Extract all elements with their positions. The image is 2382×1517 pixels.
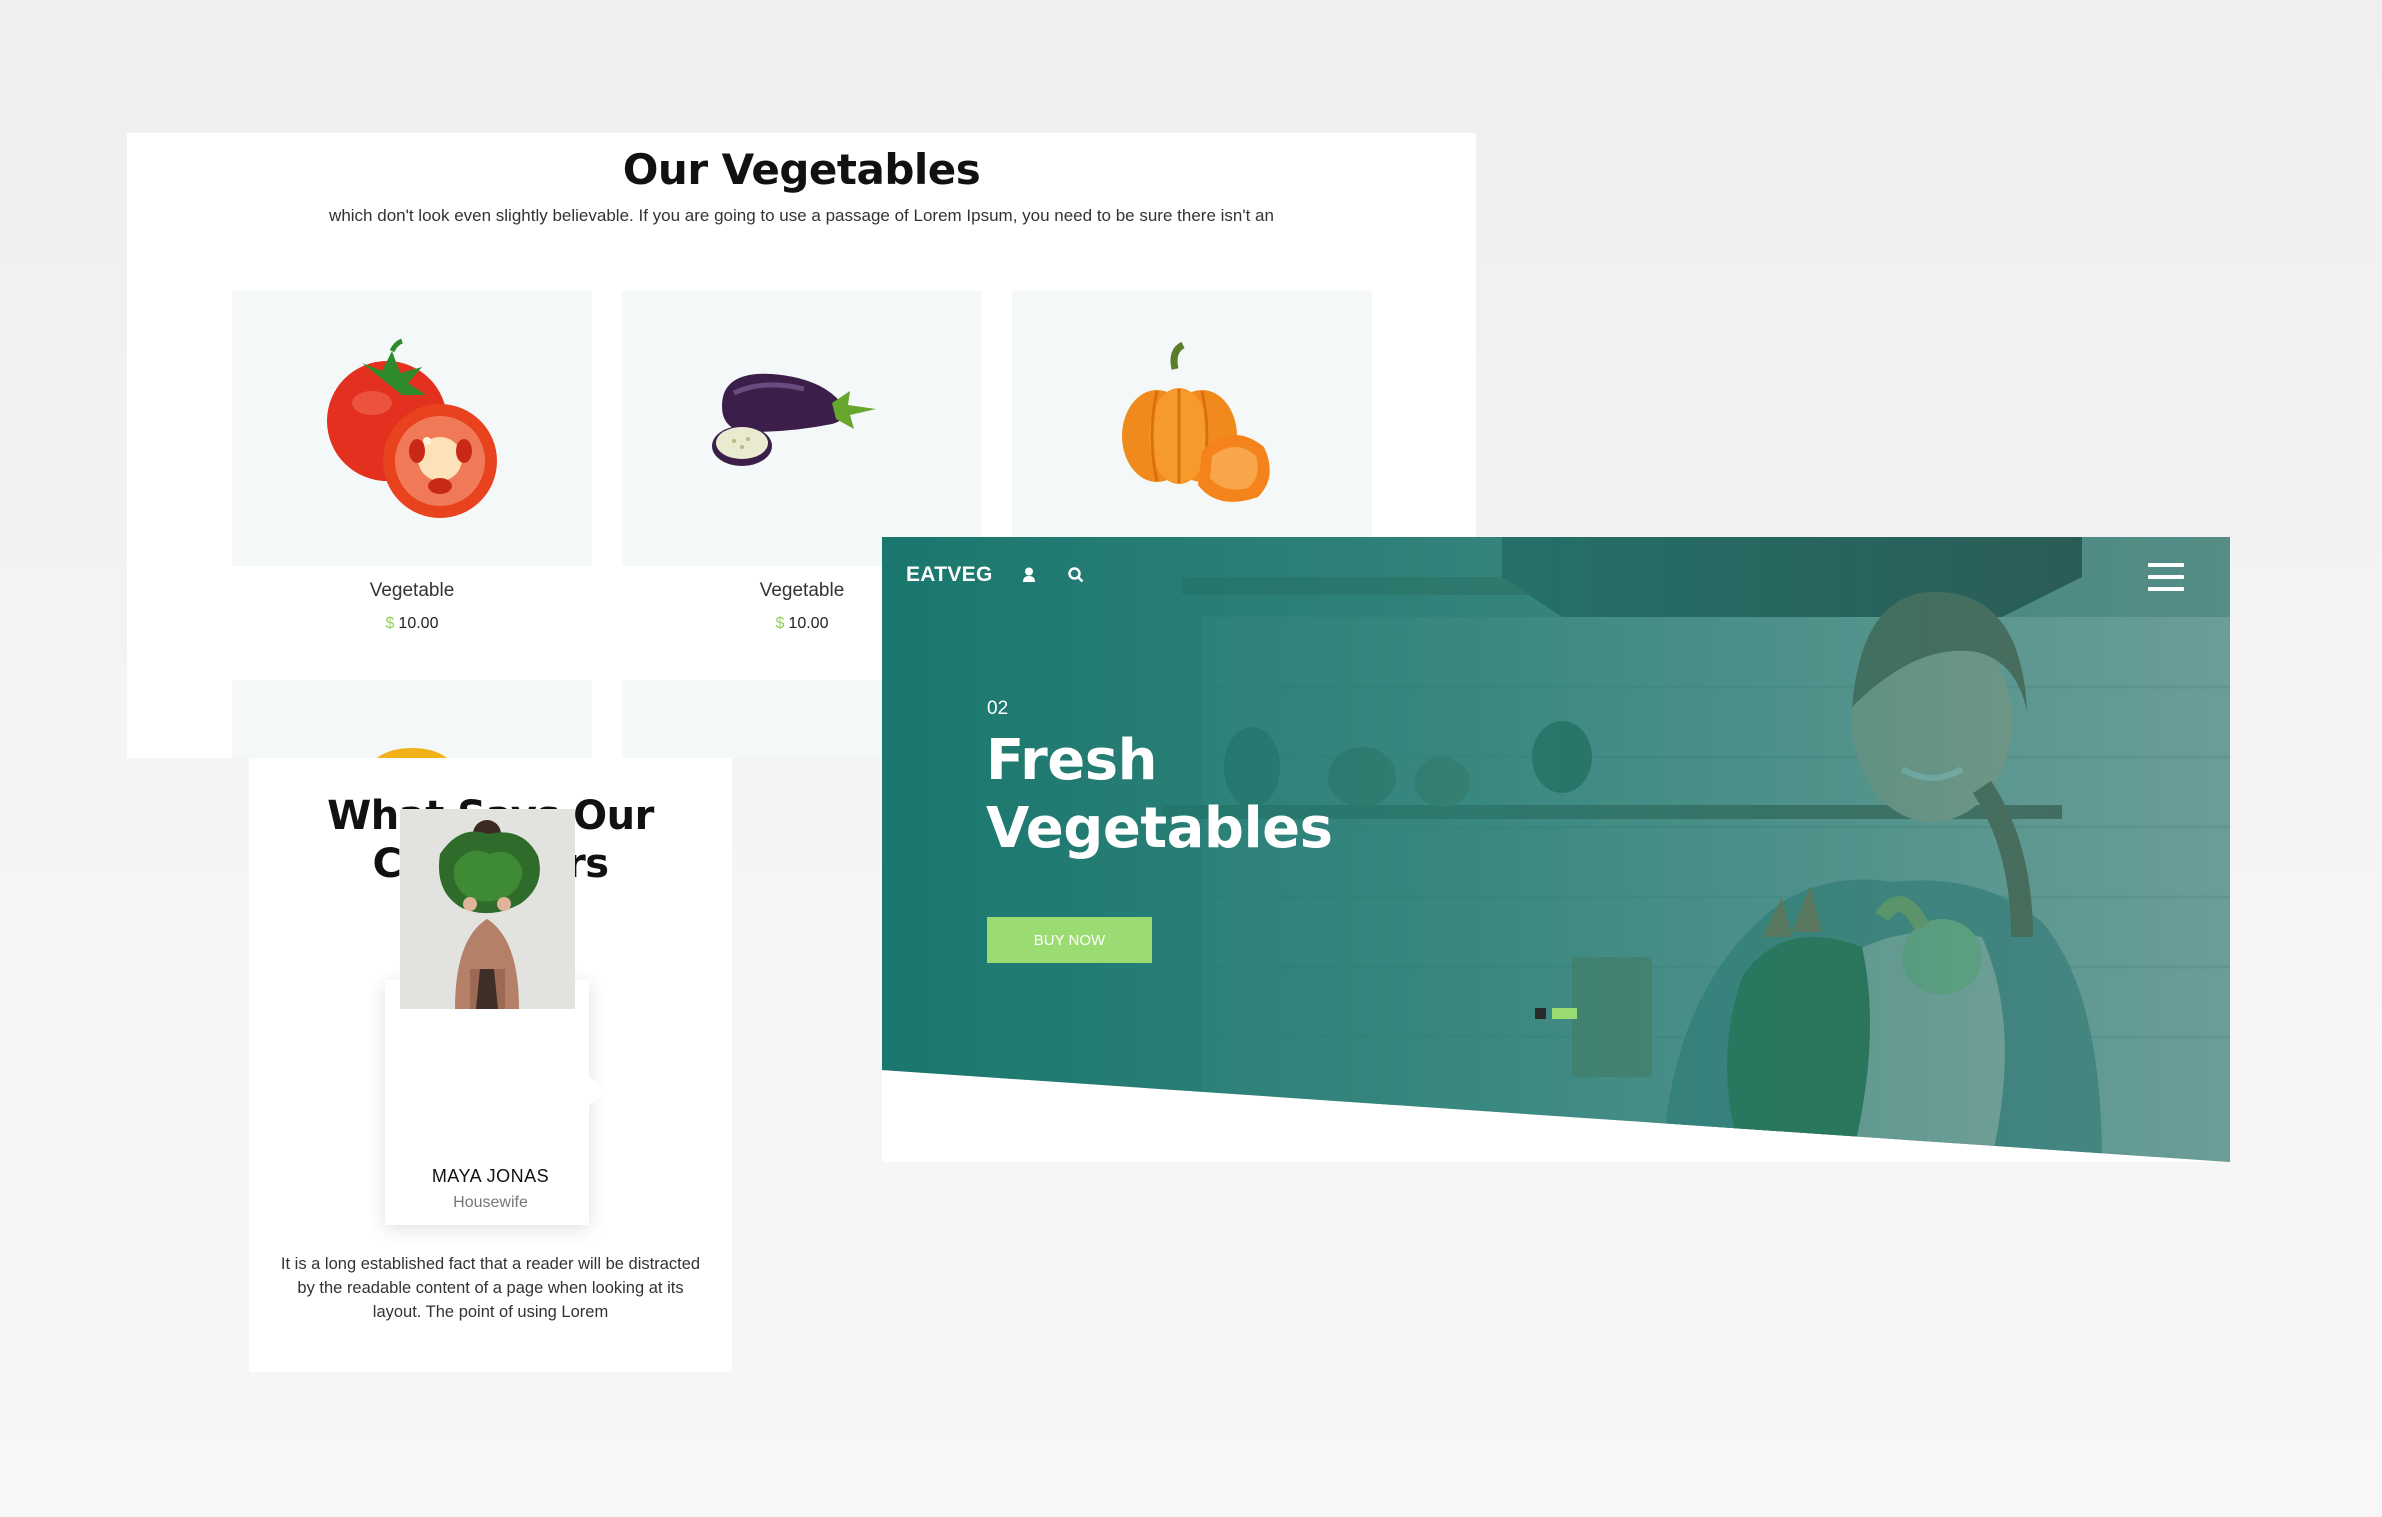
product-name: Vegetable	[369, 580, 455, 601]
product-card-eggplant[interactable]	[622, 291, 982, 566]
card-pointer	[589, 1076, 607, 1106]
testimonials-section: What Says Our Customers MAYA JONAS House…	[249, 758, 732, 1372]
product-card-tomato[interactable]	[232, 291, 592, 566]
eggplant-icon	[712, 373, 876, 466]
hero-section: EATVEG 02 Fresh Vegetables BUY NOW	[882, 537, 2230, 1162]
product-card-pumpkin[interactable]	[1012, 291, 1372, 566]
slide-number: 02	[987, 698, 1009, 719]
product-price: $10.00	[385, 615, 439, 632]
product-card[interactable]	[232, 680, 592, 758]
site-logo[interactable]: EATVEG	[906, 563, 993, 587]
search-icon[interactable]	[1068, 567, 1084, 583]
slider-dot-1[interactable]	[1535, 1008, 1546, 1019]
section-title: Our Vegetables	[622, 145, 981, 194]
vegetable-icon	[376, 748, 448, 758]
section-subtitle: which don't look even slightly believabl…	[329, 206, 1274, 225]
hero-title: Fresh Vegetables	[986, 728, 1333, 861]
customer-role: Housewife	[453, 1194, 528, 1211]
user-icon[interactable]	[1022, 567, 1036, 583]
menu-icon[interactable]	[2148, 563, 2184, 593]
avatar	[400, 809, 575, 1009]
testimonial-card	[385, 809, 589, 1225]
customer-name: MAYA JONAS	[431, 1166, 550, 1186]
buy-now-button[interactable]: BUY NOW	[987, 917, 1152, 963]
testimonial-text: It is a long established fact that a rea…	[280, 1255, 701, 1321]
tomato-icon	[327, 338, 497, 518]
pumpkin-icon	[1122, 341, 1270, 502]
slider-dot-2[interactable]	[1552, 1008, 1577, 1019]
